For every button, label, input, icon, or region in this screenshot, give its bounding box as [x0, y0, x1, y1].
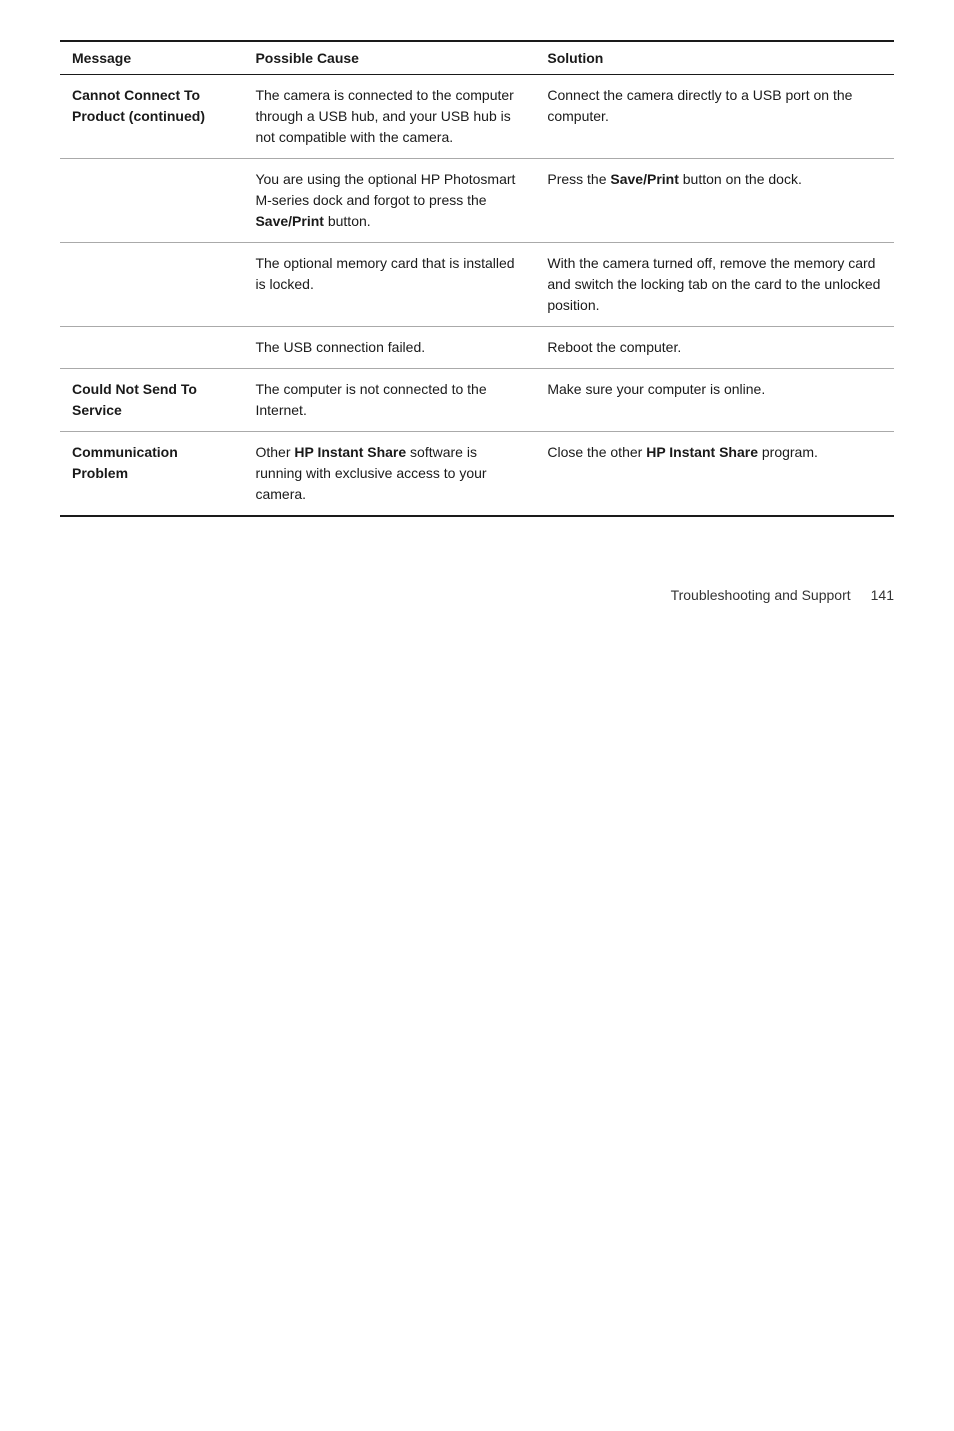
troubleshooting-table: Message Possible Cause Solution Cannot C…: [60, 40, 894, 517]
cell-message-4: [60, 327, 243, 369]
cell-message-6: Communication Problem: [60, 432, 243, 517]
solution-text-2: Press the Save/Print button on the dock.: [547, 171, 802, 187]
cause-text-2a: You are using the optional HP Photosmart…: [255, 171, 515, 229]
cell-solution-5: Make sure your computer is online.: [535, 369, 894, 432]
solution-bold-2: Save/Print: [610, 171, 678, 187]
message-text-1: Cannot Connect To Product (continued): [72, 87, 205, 124]
cell-cause-5: The computer is not connected to the Int…: [243, 369, 535, 432]
table-header-row: Message Possible Cause Solution: [60, 41, 894, 75]
table-row: The optional memory card that is install…: [60, 243, 894, 327]
cell-solution-3: With the camera turned off, remove the m…: [535, 243, 894, 327]
cell-cause-4: The USB connection failed.: [243, 327, 535, 369]
header-message: Message: [60, 41, 243, 75]
cell-message-3: [60, 243, 243, 327]
cause-text-1: The camera is connected to the computer …: [255, 87, 513, 145]
solution-text-1: Connect the camera directly to a USB por…: [547, 87, 852, 124]
table-row: The USB connection failed. Reboot the co…: [60, 327, 894, 369]
cell-solution-2: Press the Save/Print button on the dock.: [535, 159, 894, 243]
cell-message-5: Could Not Send To Service: [60, 369, 243, 432]
cause-bold-6a: HP Instant Share: [294, 444, 406, 460]
cell-solution-6: Close the other HP Instant Share program…: [535, 432, 894, 517]
message-text-6: Communication Problem: [72, 444, 178, 481]
footer-label: Troubleshooting and Support: [671, 587, 851, 603]
page-content: Message Possible Cause Solution Cannot C…: [60, 40, 894, 603]
cell-cause-6: Other HP Instant Share software is runni…: [243, 432, 535, 517]
footer-page-number: 141: [871, 587, 894, 603]
message-text-5: Could Not Send To Service: [72, 381, 197, 418]
cell-message-2: [60, 159, 243, 243]
table-row: Cannot Connect To Product (continued) Th…: [60, 75, 894, 159]
solution-text-6: Close the other HP Instant Share program…: [547, 444, 818, 460]
cell-cause-1: The camera is connected to the computer …: [243, 75, 535, 159]
cell-solution-1: Connect the camera directly to a USB por…: [535, 75, 894, 159]
table-row: You are using the optional HP Photosmart…: [60, 159, 894, 243]
header-cause: Possible Cause: [243, 41, 535, 75]
cell-solution-4: Reboot the computer.: [535, 327, 894, 369]
header-solution: Solution: [535, 41, 894, 75]
cause-bold-2: Save/Print: [255, 213, 323, 229]
cell-message-1: Cannot Connect To Product (continued): [60, 75, 243, 159]
table-row: Communication Problem Other HP Instant S…: [60, 432, 894, 517]
cell-cause-2: You are using the optional HP Photosmart…: [243, 159, 535, 243]
solution-bold-6a: HP Instant Share: [646, 444, 758, 460]
cause-text-6: Other HP Instant Share software is runni…: [255, 444, 486, 502]
page-footer: Troubleshooting and Support 141: [60, 577, 894, 603]
table-row: Could Not Send To Service The computer i…: [60, 369, 894, 432]
cell-cause-3: The optional memory card that is install…: [243, 243, 535, 327]
